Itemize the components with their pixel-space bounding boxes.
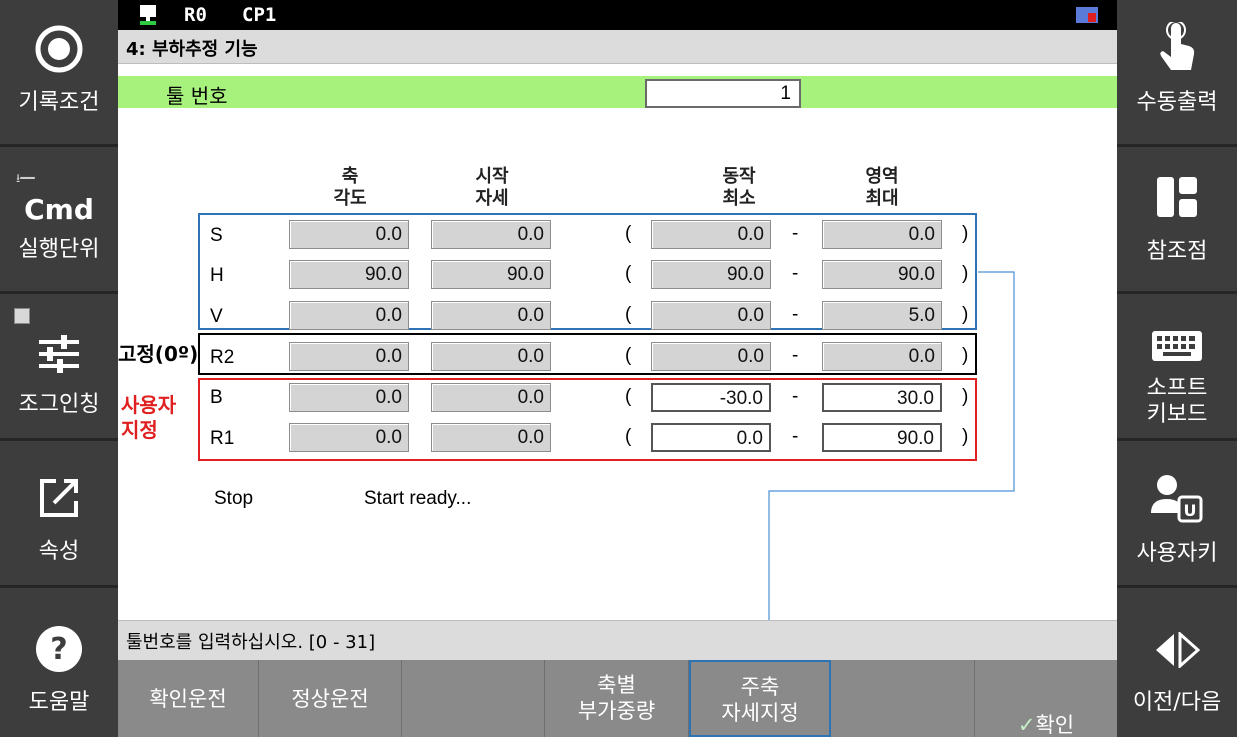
- check-icon: ✓: [1017, 713, 1036, 737]
- normal-run-label: 정상운전: [291, 687, 369, 711]
- main-axis-pose-label: 주축 자세지정: [721, 675, 799, 725]
- hint-text: 툴번호를 입력하십시오. [0 - 31]: [126, 632, 376, 653]
- empty-softkey-button[interactable]: [402, 660, 545, 737]
- axis-extra-weight-label: 축별 부가중량: [577, 673, 656, 723]
- hint-bar: 툴번호를 입력하십시오. [0 - 31]: [118, 620, 1117, 660]
- bottom-toolbar: 확인운전 정상운전 축별 부가중량 주축 자세지정 ✓확인: [118, 660, 1117, 737]
- confirm-label: 확인: [1035, 713, 1075, 737]
- empty-softkey-button[interactable]: [831, 660, 975, 737]
- check-run-label: 확인운전: [149, 687, 227, 711]
- check-run-button[interactable]: 확인운전: [118, 660, 259, 737]
- confirm-button[interactable]: ✓확인: [975, 660, 1117, 737]
- teach-pendant-screen: 기록조건 ⭳━━ Cmd 실행단위 조그인칭 속성 ? 도움말 수동출력 참조점…: [0, 0, 1237, 737]
- normal-run-button[interactable]: 정상운전: [259, 660, 402, 737]
- axis-extra-weight-button[interactable]: 축별 부가중량: [545, 660, 689, 737]
- main-axis-pose-button[interactable]: 주축 자세지정: [689, 660, 831, 737]
